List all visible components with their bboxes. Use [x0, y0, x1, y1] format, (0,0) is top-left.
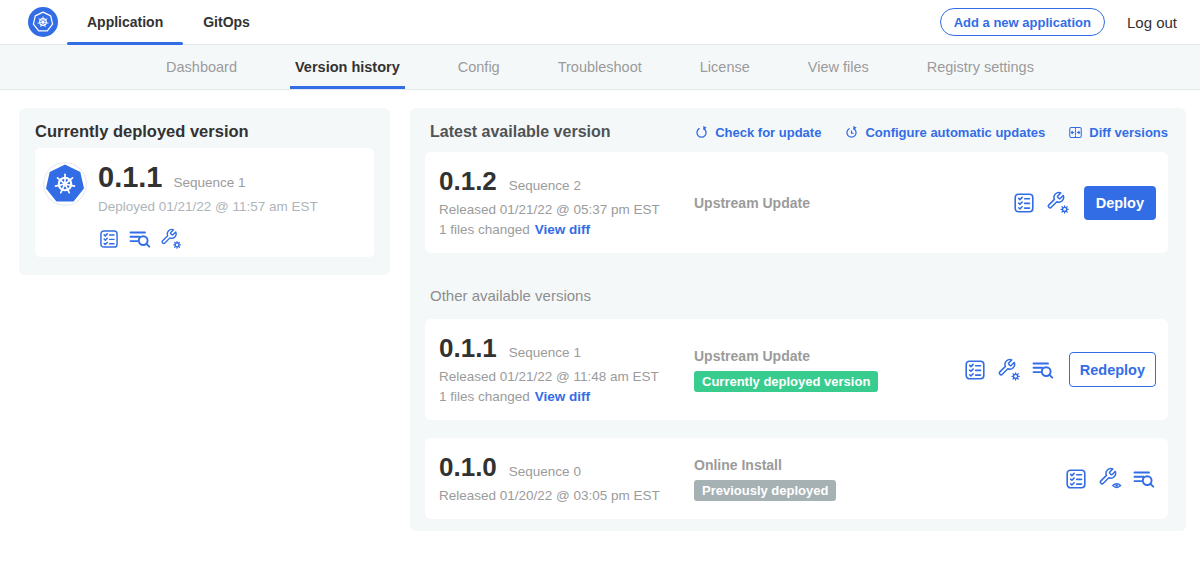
files-changed-label: 1 files changed [439, 222, 530, 237]
app-subnav: DashboardVersion historyConfigTroublesho… [0, 45, 1200, 90]
subnav-tab-version-history[interactable]: Version history [266, 45, 429, 89]
deployed-sequence-label: Sequence 1 [174, 175, 246, 190]
released-timestamp: Released 01/21/22 @ 11:48 am EST [439, 369, 694, 384]
version-card-0.1.2: 0.1.2 Sequence 2 Released 01/21/22 @ 05:37… [425, 152, 1168, 253]
schedule-icon [844, 125, 859, 140]
diff-versions-link[interactable]: Diff versions [1068, 125, 1168, 140]
preflight-checks-icon[interactable] [1064, 467, 1088, 491]
view-diff-link[interactable]: View diff [535, 222, 590, 237]
edit-config-icon[interactable] [160, 228, 182, 250]
tab-gitops[interactable]: GitOps [183, 0, 270, 44]
head-link-label: Configure automatic updates [865, 125, 1045, 140]
subnav-tab-dashboard[interactable]: Dashboard [137, 45, 266, 89]
files-changed-label: 1 files changed [439, 389, 530, 404]
latest-version-header: Latest available version [430, 123, 611, 141]
version-source-label: Upstream Update [694, 348, 963, 364]
preflight-checks-icon[interactable] [1012, 191, 1036, 215]
version-source-label: Online Install [694, 457, 1064, 473]
version-card-0.1.1: 0.1.1 Sequence 1 Released 01/21/22 @ 11:48… [425, 319, 1168, 420]
sequence-label: Sequence 1 [509, 345, 581, 360]
view-config-icon[interactable] [1098, 467, 1122, 491]
files-changed-row: 1 files changed View diff [439, 389, 694, 404]
version-history-panel: Latest available version Check for updat… [410, 108, 1186, 531]
version-number: 0.1.2 [439, 168, 497, 195]
check-for-update-link[interactable]: Check for update [694, 125, 821, 140]
redeploy-button[interactable]: Redeploy [1069, 352, 1156, 387]
view-files-icon[interactable] [1132, 467, 1156, 491]
status-badge: Previously deployed [694, 480, 836, 501]
subnav-tab-view-files[interactable]: View files [779, 45, 898, 89]
content: Currently deployed version 0.1.1 Sequenc… [0, 90, 1200, 531]
deployed-version-card: 0.1.1 Sequence 1 Deployed 01/21/22 @ 11:… [35, 148, 374, 257]
version-number: 0.1.0 [439, 454, 497, 481]
sequence-label: Sequence 2 [509, 178, 581, 193]
top-navbar: Application GitOps Add a new application… [0, 0, 1200, 45]
app-icon [43, 162, 87, 206]
released-timestamp: Released 01/20/22 @ 03:05 pm EST [439, 488, 694, 503]
preflight-checks-icon[interactable] [963, 358, 987, 382]
deployed-panel-title: Currently deployed version [35, 122, 374, 141]
currently-deployed-panel: Currently deployed version 0.1.1 Sequenc… [19, 108, 390, 275]
logout-link[interactable]: Log out [1127, 14, 1177, 31]
deployed-version-number: 0.1.1 [98, 162, 163, 192]
subnav-tab-registry-settings[interactable]: Registry settings [898, 45, 1063, 89]
subnav-tab-config[interactable]: Config [429, 45, 529, 89]
version-card-0.1.0: 0.1.0 Sequence 0 Released 01/20/22 @ 03:05… [425, 438, 1168, 519]
tab-application-label: Application [87, 14, 163, 30]
head-link-label: Check for update [715, 125, 821, 140]
view-diff-link[interactable]: View diff [535, 389, 590, 404]
diff-icon [1068, 125, 1083, 140]
deployed-timestamp: Deployed 01/21/22 @ 11:57 am EST [98, 199, 318, 214]
subnav-tab-troubleshoot[interactable]: Troubleshoot [529, 45, 671, 89]
version-source-label: Upstream Update [694, 195, 1012, 211]
deploy-button[interactable]: Deploy [1084, 186, 1156, 220]
tab-application[interactable]: Application [67, 0, 183, 44]
files-changed-row: 1 files changed View diff [439, 222, 694, 237]
tab-gitops-label: GitOps [203, 14, 250, 30]
edit-config-icon[interactable] [1046, 191, 1070, 215]
version-number: 0.1.1 [439, 335, 497, 362]
view-files-icon[interactable] [1031, 358, 1055, 382]
head-link-label: Diff versions [1089, 125, 1168, 140]
sequence-label: Sequence 0 [509, 464, 581, 479]
other-versions-header: Other available versions [430, 287, 1168, 304]
view-files-icon[interactable] [128, 227, 152, 251]
preflight-checks-icon[interactable] [98, 228, 120, 250]
edit-config-icon[interactable] [997, 358, 1021, 382]
status-badge: Currently deployed version [694, 371, 878, 392]
kubernetes-logo-icon[interactable] [28, 7, 58, 37]
configure-automatic-updates-link[interactable]: Configure automatic updates [844, 125, 1045, 140]
refresh-icon [694, 125, 709, 140]
add-application-button[interactable]: Add a new application [940, 8, 1105, 36]
released-timestamp: Released 01/21/22 @ 05:37 pm EST [439, 202, 694, 217]
subnav-tab-license[interactable]: License [671, 45, 779, 89]
